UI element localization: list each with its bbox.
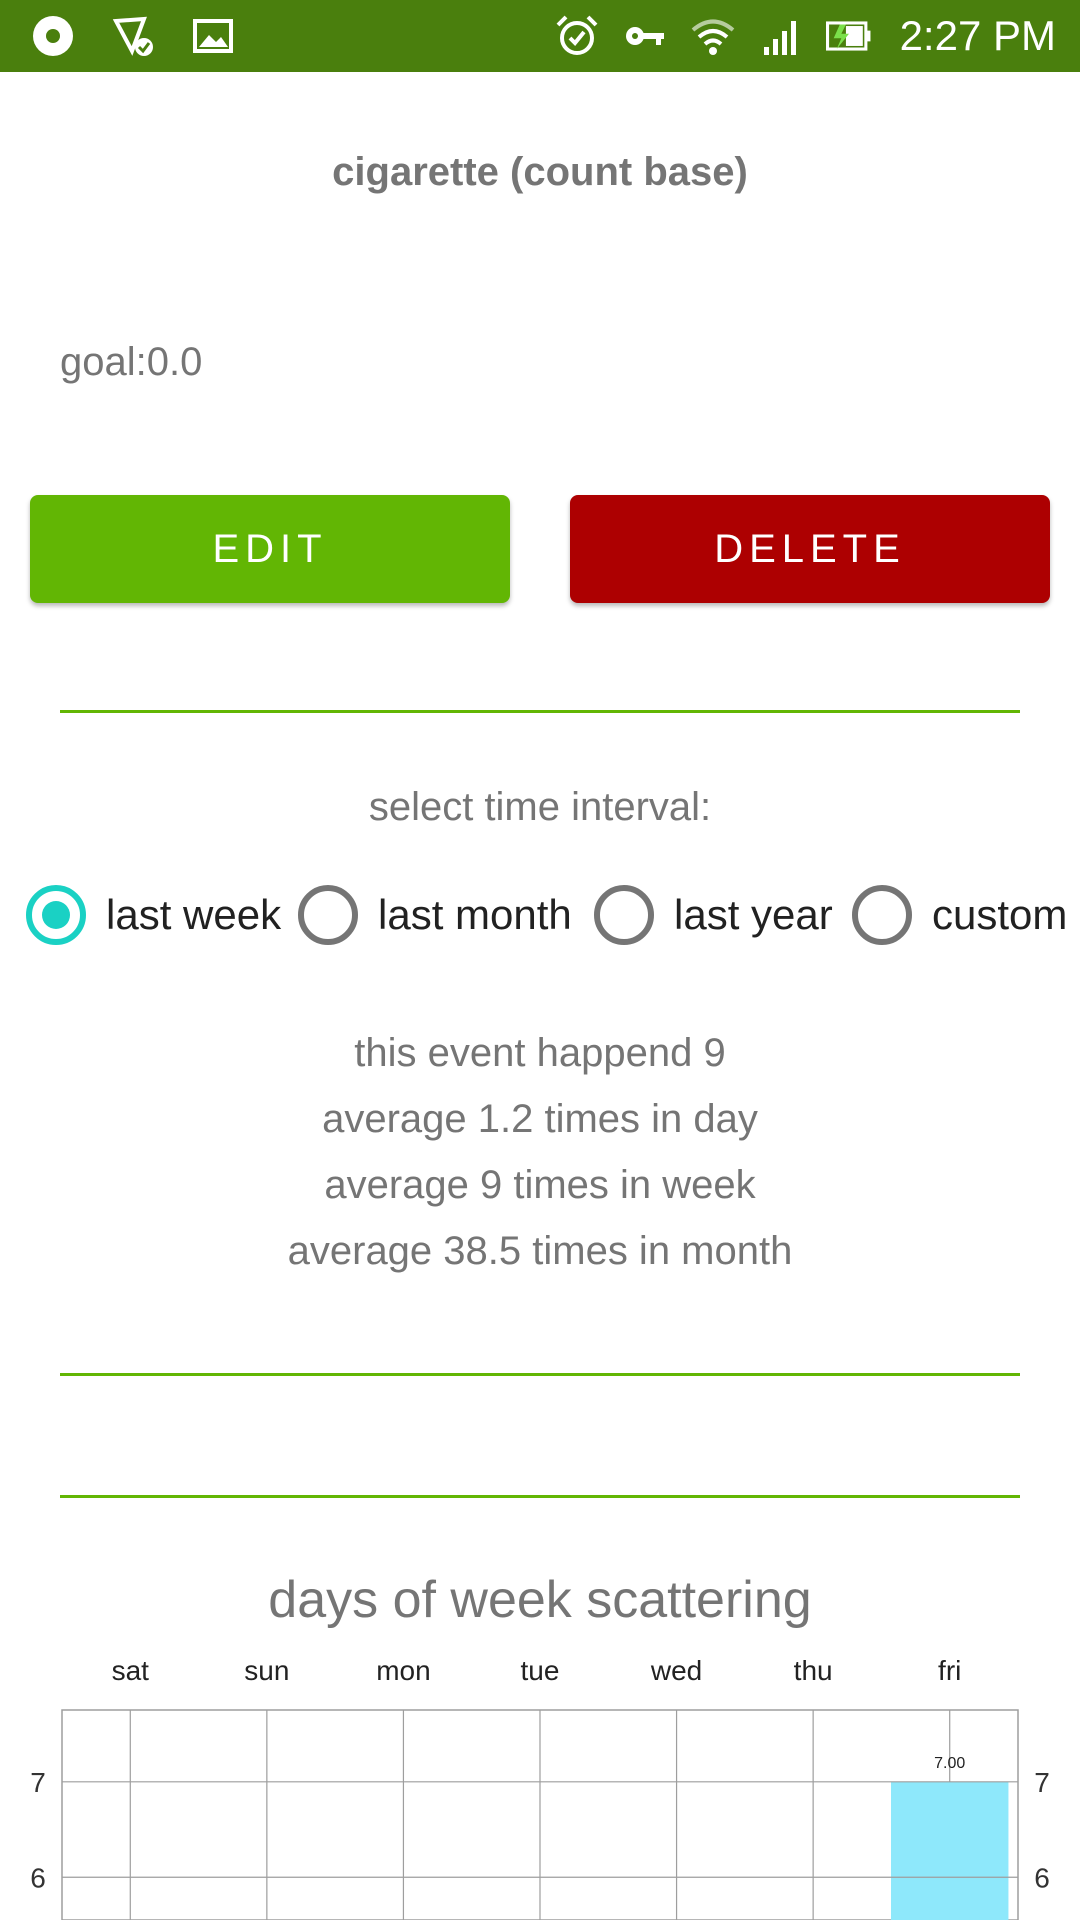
radio-custom[interactable]: custom — [852, 880, 1067, 950]
x-tick-label: fri — [938, 1655, 961, 1686]
x-tick-label: sun — [244, 1655, 289, 1686]
days-of-week-chart: 7 6 7 6 sat sun mon tue wed thu fri 7.00 — [0, 1640, 1080, 1920]
stat-per-month: average 38.5 times in month — [287, 1229, 793, 1273]
stat-happened: this event happend 9 — [354, 1031, 726, 1075]
x-tick-label: tue — [521, 1655, 560, 1686]
chart-title: days of week scattering — [268, 1571, 812, 1629]
bar-fri — [890, 1781, 1009, 1920]
radio-label[interactable]: custom — [932, 891, 1067, 939]
goal-label: goal:0.0 — [60, 340, 203, 384]
image-icon — [190, 13, 236, 59]
status-time: 2:27 PM — [899, 12, 1056, 59]
interval-label: select time interval: — [368, 785, 712, 829]
edit-button[interactable]: EDIT — [30, 495, 510, 603]
divider — [60, 1373, 1020, 1376]
radio-last-month[interactable]: last month — [298, 880, 572, 950]
media-icon — [30, 13, 76, 59]
y-tick-left: 6 — [30, 1862, 46, 1893]
radio-button[interactable] — [298, 885, 358, 945]
wifi-icon — [690, 13, 736, 59]
radio-button-checked[interactable] — [26, 885, 86, 945]
delete-button[interactable]: DELETE — [570, 495, 1050, 603]
y-tick-left: 7 — [30, 1767, 46, 1798]
vpn-key-icon — [622, 13, 668, 59]
y-tick-right: 7 — [1034, 1767, 1050, 1798]
signal-icon — [758, 13, 804, 59]
data-label: 7.00 — [934, 1755, 965, 1772]
page-title: cigarette (count base) — [332, 150, 748, 194]
divider — [60, 710, 1020, 713]
radio-label[interactable]: last week — [106, 891, 281, 939]
alarm-icon — [554, 13, 600, 59]
radio-button[interactable] — [852, 885, 912, 945]
x-tick-label: wed — [650, 1655, 702, 1686]
radio-button[interactable] — [594, 885, 654, 945]
x-tick-label: sat — [112, 1655, 150, 1686]
x-tick-label: mon — [376, 1655, 430, 1686]
share-check-icon — [110, 13, 156, 59]
stat-per-week: average 9 times in week — [324, 1163, 756, 1207]
radio-label[interactable]: last month — [378, 891, 572, 939]
stat-per-day: average 1.2 times in day — [322, 1097, 758, 1141]
radio-last-week[interactable]: last week — [26, 880, 281, 950]
y-tick-right: 6 — [1034, 1862, 1050, 1893]
battery-charging-icon — [825, 13, 872, 59]
radio-last-year[interactable]: last year — [594, 880, 833, 950]
status-bar: 2:27 PM — [0, 0, 1080, 72]
event-stats: this event happend 9 average 1.2 times i… — [0, 1020, 1080, 1284]
interval-radio-group: last week last month last year custom — [24, 880, 1080, 950]
chart-svg: 7 6 7 6 sat sun mon tue wed thu fri 7.00 — [30, 1655, 1050, 1920]
radio-label[interactable]: last year — [674, 891, 833, 939]
divider — [60, 1495, 1020, 1498]
x-tick-label: thu — [794, 1655, 833, 1686]
